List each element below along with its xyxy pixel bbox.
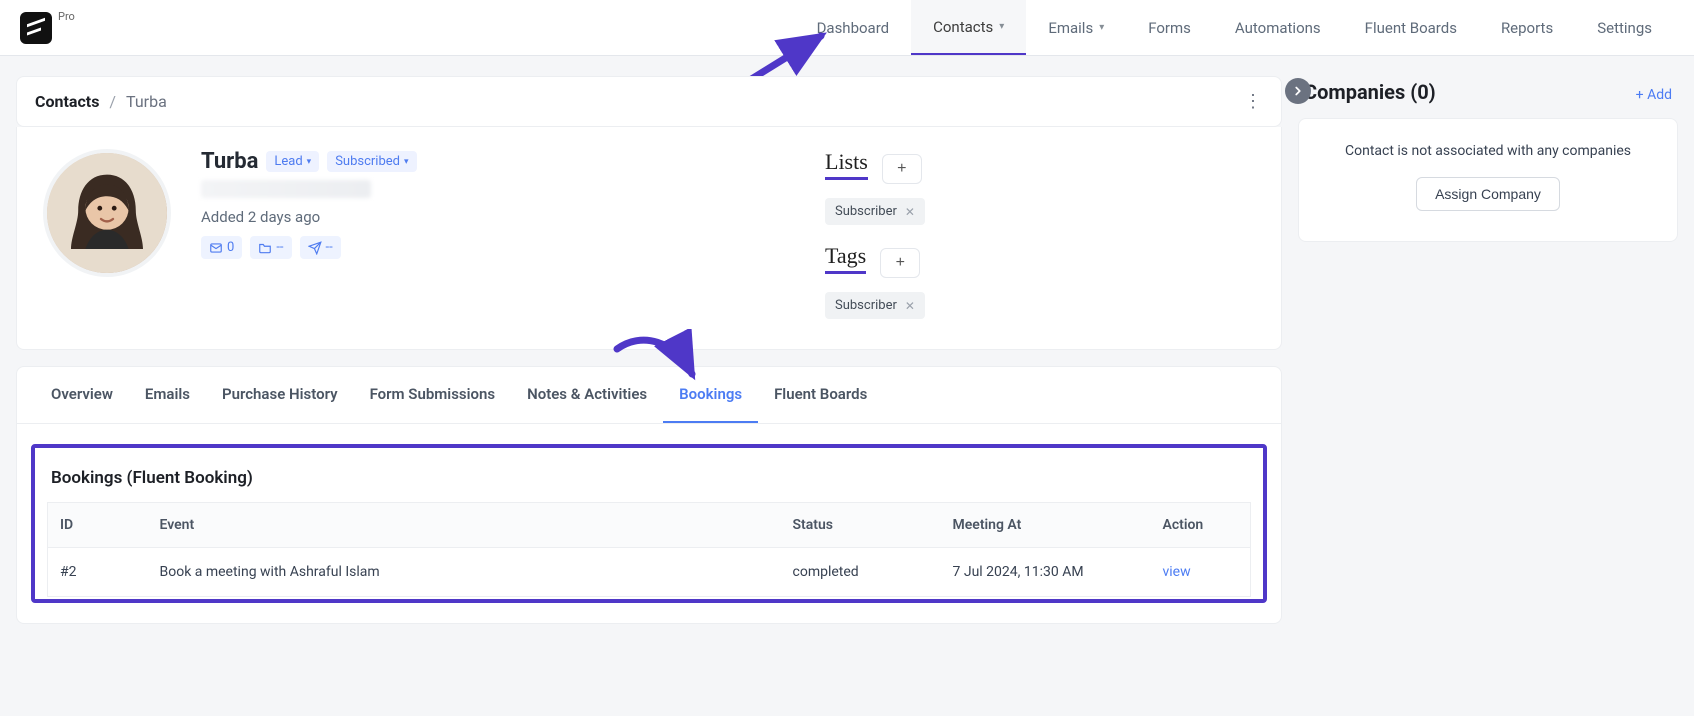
breadcrumb-separator: / [109, 92, 116, 111]
app-logo [20, 12, 52, 44]
companies-header: Companies (0) + Add [1298, 76, 1678, 118]
lists-tags-column: Lists + Subscriber ✕ Tags + Subscriber [825, 149, 1255, 319]
avatar [43, 149, 171, 277]
tab-fluent-boards[interactable]: Fluent Boards [758, 367, 883, 423]
profile-card: Turba Lead▾ Subscribed▾ Added 2 days ago… [16, 127, 1282, 350]
breadcrumb: Contacts / Turba ⋮ [16, 76, 1282, 127]
bookings-panel: Bookings (Fluent Booking) ID Event Statu… [31, 444, 1267, 603]
list-chip: Subscriber ✕ [825, 198, 925, 225]
more-menu-icon[interactable]: ⋮ [1244, 91, 1263, 112]
tag-chip-label: Subscriber [835, 298, 897, 313]
col-id: ID [48, 503, 148, 548]
content: Contacts / Turba ⋮ Turba L [0, 56, 1694, 716]
nav-emails[interactable]: Emails▾ [1026, 0, 1126, 55]
lead-badge[interactable]: Lead▾ [266, 151, 319, 172]
main-nav: Dashboard Contacts▾ Emails▾ Forms Automa… [795, 0, 1674, 55]
table-row: #2 Book a meeting with Ashraful Islam co… [48, 548, 1251, 597]
chevron-down-icon: ▾ [999, 21, 1004, 32]
sends-stat[interactable]: -- [300, 236, 341, 259]
assign-company-button[interactable]: Assign Company [1416, 177, 1560, 211]
col-status: Status [781, 503, 941, 548]
collapse-sidebar-button[interactable] [1285, 78, 1311, 104]
nav-forms[interactable]: Forms [1126, 0, 1213, 55]
profile-info: Turba Lead▾ Subscribed▾ Added 2 days ago… [201, 149, 521, 319]
view-link[interactable]: view [1163, 564, 1191, 580]
add-tag-button[interactable]: + [880, 248, 920, 278]
tags-label: Tags [825, 243, 866, 274]
nav-automations[interactable]: Automations [1213, 0, 1343, 55]
topbar: Pro Dashboard Contacts▾ Emails▾ Forms Au… [0, 0, 1694, 56]
add-list-button[interactable]: + [882, 154, 922, 184]
add-company-link[interactable]: + Add [1636, 87, 1672, 103]
tab-overview[interactable]: Overview [35, 367, 129, 423]
chevron-right-icon [1291, 84, 1305, 98]
contact-name: Turba [201, 149, 258, 174]
chevron-down-icon: ▾ [1099, 22, 1104, 33]
side-column: Companies (0) + Add Contact is not assoc… [1298, 76, 1678, 242]
tab-notes-activities[interactable]: Notes & Activities [511, 367, 663, 423]
companies-card: Contact is not associated with any compa… [1298, 118, 1678, 242]
tab-bookings[interactable]: Bookings [663, 367, 758, 423]
cell-id: #2 [48, 548, 148, 597]
bookings-table: ID Event Status Meeting At Action #2 Boo… [47, 502, 1251, 597]
folder-icon [258, 241, 272, 255]
mail-icon [209, 241, 223, 255]
send-icon [308, 241, 322, 255]
nav-dashboard[interactable]: Dashboard [795, 0, 912, 55]
col-action: Action [1151, 503, 1251, 548]
caret-down-icon: ▾ [404, 157, 409, 167]
subscribed-badge[interactable]: Subscribed▾ [327, 151, 416, 172]
remove-list-icon[interactable]: ✕ [905, 205, 915, 219]
main-column: Contacts / Turba ⋮ Turba L [16, 76, 1282, 624]
breadcrumb-root[interactable]: Contacts [35, 92, 99, 111]
caret-down-icon: ▾ [307, 157, 312, 167]
tabs-card: Overview Emails Purchase History Form Su… [16, 366, 1282, 624]
tab-purchase-history[interactable]: Purchase History [206, 367, 354, 423]
bookings-title: Bookings (Fluent Booking) [51, 468, 1247, 488]
tab-form-submissions[interactable]: Form Submissions [354, 367, 512, 423]
cell-status: completed [781, 548, 941, 597]
nav-reports[interactable]: Reports [1479, 0, 1575, 55]
nav-settings[interactable]: Settings [1575, 0, 1674, 55]
mini-stats: 0 -- -- [201, 236, 521, 259]
folders-stat[interactable]: -- [250, 236, 291, 259]
list-chip-label: Subscriber [835, 204, 897, 219]
tag-chip: Subscriber ✕ [825, 292, 925, 319]
col-meeting: Meeting At [941, 503, 1151, 548]
companies-title: Companies (0) [1304, 80, 1436, 104]
remove-tag-icon[interactable]: ✕ [905, 299, 915, 313]
cell-event: Book a meeting with Ashraful Islam [148, 548, 781, 597]
emails-stat[interactable]: 0 [201, 236, 242, 259]
tabs-row: Overview Emails Purchase History Form Su… [17, 367, 1281, 424]
companies-empty-text: Contact is not associated with any compa… [1317, 143, 1659, 159]
col-event: Event [148, 503, 781, 548]
tab-emails[interactable]: Emails [129, 367, 206, 423]
nav-fluent-boards[interactable]: Fluent Boards [1343, 0, 1479, 55]
nav-contacts[interactable]: Contacts▾ [911, 0, 1026, 55]
email-redacted [201, 180, 371, 198]
pro-label: Pro [58, 10, 75, 23]
breadcrumb-current: Turba [126, 92, 167, 111]
lists-label: Lists [825, 149, 868, 180]
cell-meeting: 7 Jul 2024, 11:30 AM [941, 548, 1151, 597]
added-date: Added 2 days ago [201, 208, 521, 226]
